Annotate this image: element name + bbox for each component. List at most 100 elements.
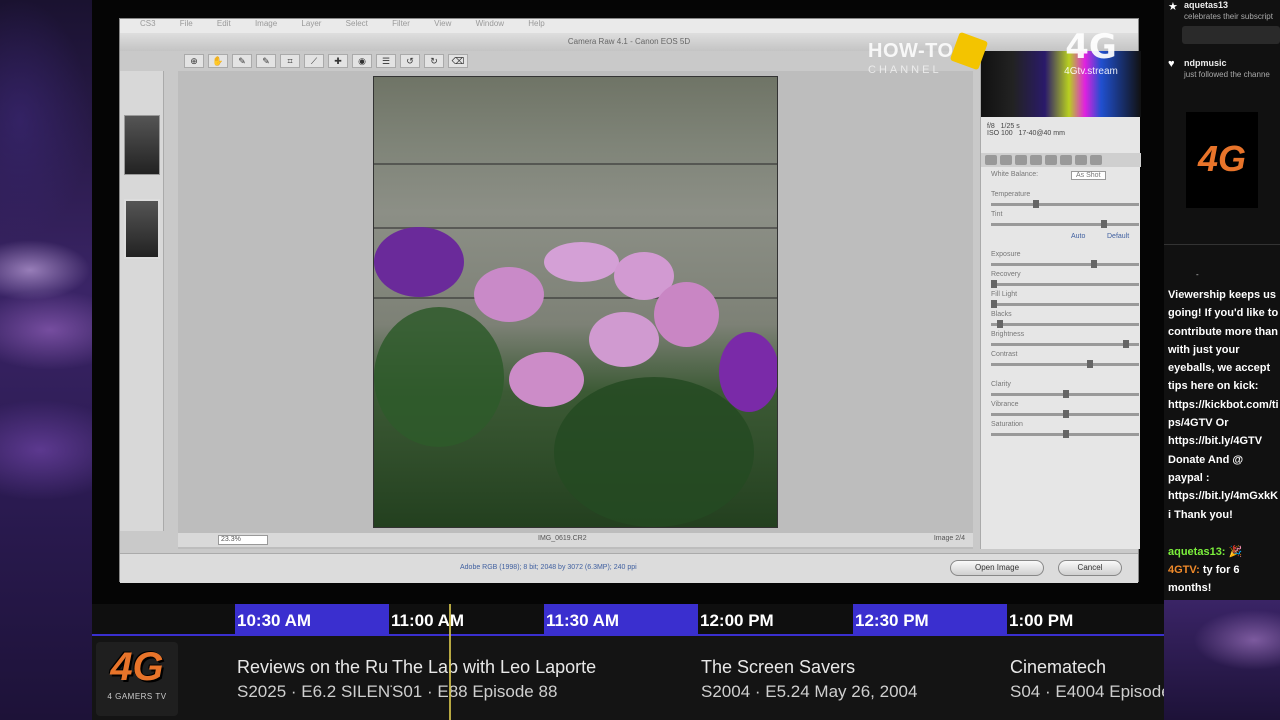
rotate-right-icon: ↻ [424, 54, 444, 68]
program-episode: S2004 · E5.24 May 26, 2004 [701, 682, 918, 701]
camera-readout: f/8 1/25 s ISO 100 17-40@40 mm [981, 119, 1141, 149]
slider-knob[interactable] [1063, 430, 1069, 438]
slider-track [991, 363, 1139, 366]
program-entry[interactable]: Reviews on the Ru S2025 · E6.2 SILENT [237, 654, 392, 714]
color-sampler-icon: ✎ [256, 54, 276, 68]
slider-knob[interactable] [1091, 260, 1097, 268]
workflow-options-link[interactable]: Adobe RGB (1998); 8 bit; 2048 by 3072 (6… [460, 564, 637, 571]
time-slot: 12:00 PM [700, 611, 774, 630]
shutter: 1/25 s [1000, 123, 1020, 130]
slider-recovery[interactable]: Recovery [991, 271, 1139, 291]
auto-default-row: Auto Default [991, 233, 1139, 253]
slider-knob[interactable] [1087, 360, 1093, 368]
filmstrip-thumbnail [124, 115, 160, 175]
rotate-left-icon: ↺ [400, 54, 420, 68]
chat-announcement: Viewership keeps us going! If you'd like… [1168, 289, 1279, 521]
tab-icon[interactable] [985, 155, 997, 165]
channel-logo-mark: 4G [110, 645, 164, 689]
program-title: The Screen Savers [701, 657, 856, 677]
app-menubar: CS3 File Edit Image Layer Select Filter … [120, 19, 1138, 33]
tab-icon[interactable] [1015, 155, 1027, 165]
leaves [554, 377, 754, 527]
tab-icon[interactable] [1060, 155, 1072, 165]
slider-label: Temperature [991, 191, 1031, 198]
preview-status: 23.3% IMG_0619.CR2 Image 2/4 [178, 533, 973, 547]
time-slot: 1:00 PM [1009, 611, 1074, 630]
howto-channel-watermark: HOW-TO CHANNEL [868, 31, 989, 82]
timeline-underline [92, 634, 1164, 636]
slider-knob[interactable] [997, 320, 1003, 328]
slider-exposure[interactable]: Exposure [991, 251, 1139, 271]
slider-knob[interactable] [1063, 390, 1069, 398]
tab-icon[interactable] [1090, 155, 1102, 165]
slider-label: Vibrance [991, 401, 1019, 408]
program-guide: 10:30 AM 11:00 AM 11:30 AM 12:00 PM 12:3… [92, 604, 1164, 720]
slider-temperature[interactable]: Temperature [991, 191, 1139, 211]
slider-vibrance[interactable]: Vibrance [991, 401, 1139, 421]
siding-line [374, 297, 777, 299]
chat-dash: - [1196, 270, 1199, 279]
siding-line [374, 163, 777, 165]
menu-item: Edit [216, 19, 231, 28]
chat-username[interactable]: 4GTV: [1168, 564, 1200, 576]
slider-fill-light[interactable]: Fill Light [991, 291, 1139, 311]
slider-blacks[interactable]: Blacks [991, 311, 1139, 331]
slider-contrast[interactable]: Contrast [991, 351, 1139, 371]
program-title: Reviews on the Ru [237, 657, 389, 677]
tab-icon[interactable] [1030, 155, 1042, 165]
tab-icon[interactable] [1075, 155, 1087, 165]
slider-knob[interactable] [991, 280, 997, 288]
preferences-icon: ☰ [376, 54, 396, 68]
space-background-right [1164, 600, 1280, 720]
zoom-level[interactable]: 23.3% [218, 535, 268, 545]
slider-knob[interactable] [1033, 200, 1039, 208]
tool-bar: ⊕ ✋ ✎ ✎ ⌗ ⟋ ✚ ◉ ☰ ↺ ↻ ⌫ [180, 52, 980, 70]
tab-icon[interactable] [1045, 155, 1057, 165]
slider-clarity[interactable]: Clarity [991, 381, 1139, 401]
flower [474, 267, 544, 322]
menu-item: Help [528, 19, 545, 28]
program-title: Cinematech [1010, 657, 1107, 677]
slider-label: Recovery [991, 271, 1021, 278]
slider-label: Blacks [991, 311, 1012, 318]
slider-saturation[interactable]: Saturation [991, 421, 1139, 441]
notice-text: celebrates their subscript [1184, 12, 1273, 21]
sub-message-box [1182, 26, 1280, 44]
tab-icon[interactable] [1000, 155, 1012, 165]
stream-overlay: CS3 File Edit Image Layer Select Filter … [0, 0, 1280, 720]
slider-track [991, 303, 1139, 306]
menu-item: Layer [301, 19, 322, 28]
flower [719, 332, 777, 412]
auto-link[interactable]: Auto [1071, 233, 1085, 240]
panel-tabs [981, 153, 1141, 167]
chat-panel: ★ aquetas13 celebrates their subscript ♥… [1164, 0, 1280, 600]
filmstrip-thumbnail [124, 199, 160, 259]
program-entry[interactable]: The Lab with Leo Laporte S01 · E88 Episo… [392, 654, 697, 714]
cancel-button[interactable]: Cancel [1058, 560, 1122, 576]
program-entry[interactable]: Cinematech S04 · E4004 Episode [1010, 654, 1164, 714]
default-link[interactable]: Default [1107, 233, 1129, 240]
chat-username[interactable]: aquetas13: [1168, 546, 1225, 558]
aperture: f/8 [987, 123, 995, 130]
open-image-button[interactable]: Open Image [950, 560, 1044, 576]
4gtv-logo: 4G [1065, 27, 1117, 67]
leaves [374, 307, 504, 447]
current-time-marker [449, 604, 451, 720]
white-balance-select[interactable]: As Shot [1071, 171, 1106, 180]
white-balance-label: White Balance: [991, 171, 1039, 178]
slider-knob[interactable] [1123, 340, 1129, 348]
howto-title: HOW-TO [868, 40, 954, 62]
retouch-icon: ✚ [328, 54, 348, 68]
slider-brightness[interactable]: Brightness [991, 331, 1139, 351]
howto-subtitle: CHANNEL [868, 64, 942, 76]
eyedropper-icon: ✎ [232, 54, 252, 68]
slider-knob[interactable] [1101, 220, 1107, 228]
slider-track [991, 263, 1139, 266]
slider-tint[interactable]: Tint [991, 211, 1139, 231]
program-entry[interactable]: The Screen Savers S2004 · E5.24 May 26, … [701, 654, 1006, 714]
4gtv-watermark: 4G 4Gtv.stream [1056, 28, 1126, 84]
slider-knob[interactable] [1063, 410, 1069, 418]
slider-track [991, 283, 1139, 286]
space-background-left [0, 0, 92, 720]
slider-knob[interactable] [991, 300, 997, 308]
